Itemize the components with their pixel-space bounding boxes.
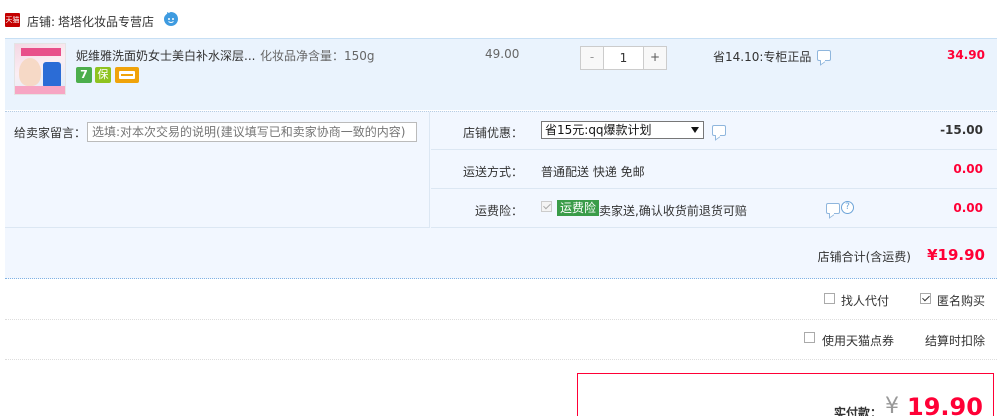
shop-header: 天猫 店铺: 塔塔化妆品专营店 <box>0 0 997 38</box>
tmall-coupon-checkbox[interactable] <box>804 332 815 343</box>
anonymous-label[interactable]: 匿名购买 <box>937 292 985 309</box>
memo-cell: 给卖家留言： <box>5 112 430 228</box>
seven-day-return-icon: 7 <box>76 67 92 83</box>
shop-name-link[interactable]: 塔塔化妆品专营店 <box>58 13 154 30</box>
pay-currency: ¥ <box>885 394 899 416</box>
product-sku: 化妆品净含量：150g <box>260 49 375 63</box>
order-details-panel: 给卖家留言： 店铺优惠： 省15元:qq爆款计划 -15.00 运送方式： 普通… <box>5 111 997 279</box>
deduct-note: 结算时扣除 <box>925 334 986 348</box>
comment-icon[interactable] <box>817 50 831 61</box>
shop-label: 店铺: <box>27 15 56 29</box>
memo-label: 给卖家留言： <box>14 126 87 140</box>
payment-summary: 实付款： ¥ 19.90 <box>577 373 994 416</box>
product-thumbnail[interactable] <box>14 43 66 95</box>
wangwang-chat-icon[interactable] <box>163 11 179 27</box>
shipping-label: 运送方式： <box>462 165 523 179</box>
shipping-method: 普通配送 快递 免邮 <box>541 165 645 179</box>
guarantee-icon: 保 <box>95 67 111 83</box>
comment-icon[interactable] <box>826 203 840 214</box>
coupon-row: 使用天猫点券 结算时扣除 <box>5 320 997 360</box>
shipping-row: 运送方式： 普通配送 快递 免邮 0.00 <box>431 151 997 189</box>
help-icon[interactable]: ? <box>841 201 854 214</box>
proxy-pay-label[interactable]: 找人代付 <box>841 292 889 309</box>
insurance-checkbox <box>541 201 552 212</box>
credit-card-icon <box>115 67 139 83</box>
item-discount: 省14.10:专柜正品 <box>713 50 812 64</box>
anonymous-checkbox[interactable] <box>920 293 931 304</box>
quantity-input[interactable] <box>603 47 644 69</box>
promo-select[interactable]: 省15元:qq爆款计划 <box>541 121 704 139</box>
pay-label: 实付款： <box>834 406 883 416</box>
shipping-amount: 0.00 <box>953 162 983 176</box>
insurance-badge: 运费险 <box>557 200 600 216</box>
insurance-row: 运费险： 运费险 卖家送,确认收货前退货可赔 ? 0.00 <box>431 190 997 228</box>
payment-options-row: 找人代付 匿名购买 <box>5 280 997 320</box>
comment-icon[interactable] <box>712 125 726 136</box>
quantity-stepper: - + <box>580 46 667 70</box>
product-title-link[interactable]: 妮维雅洗面奶女士美白补水深层... <box>76 47 255 64</box>
dropdown-caret-icon <box>691 127 699 133</box>
insurance-description: 卖家送,确认收货前退货可赔 <box>599 204 747 218</box>
tmall-logo-icon: 天猫 <box>5 13 20 27</box>
unit-price: 49.00 <box>485 47 520 61</box>
insurance-label: 运费险： <box>474 204 523 218</box>
pay-amount: 19.90 <box>907 393 983 416</box>
memo-input[interactable] <box>87 122 417 142</box>
shop-promo-row: 店铺优惠： 省15元:qq爆款计划 -15.00 <box>431 112 997 150</box>
promo-selected-value: 省15元:qq爆款计划 <box>545 123 652 137</box>
quantity-decrease-button[interactable]: - <box>581 47 603 69</box>
shop-total-value: ¥19.90 <box>927 246 985 264</box>
tmall-coupon-label[interactable]: 使用天猫点券 <box>822 332 894 349</box>
order-item-row: 妮维雅洗面奶女士美白补水深层... 化妆品净含量：150g 7 保 49.00 … <box>5 38 997 110</box>
promo-label: 店铺优惠： <box>462 126 523 140</box>
promo-amount: -15.00 <box>940 123 983 137</box>
shop-total-label: 店铺合计(含运费) <box>817 250 911 264</box>
proxy-pay-checkbox[interactable] <box>824 293 835 304</box>
item-subtotal: 34.90 <box>947 48 985 62</box>
insurance-amount: 0.00 <box>953 201 983 215</box>
quantity-increase-button[interactable]: + <box>644 47 666 69</box>
